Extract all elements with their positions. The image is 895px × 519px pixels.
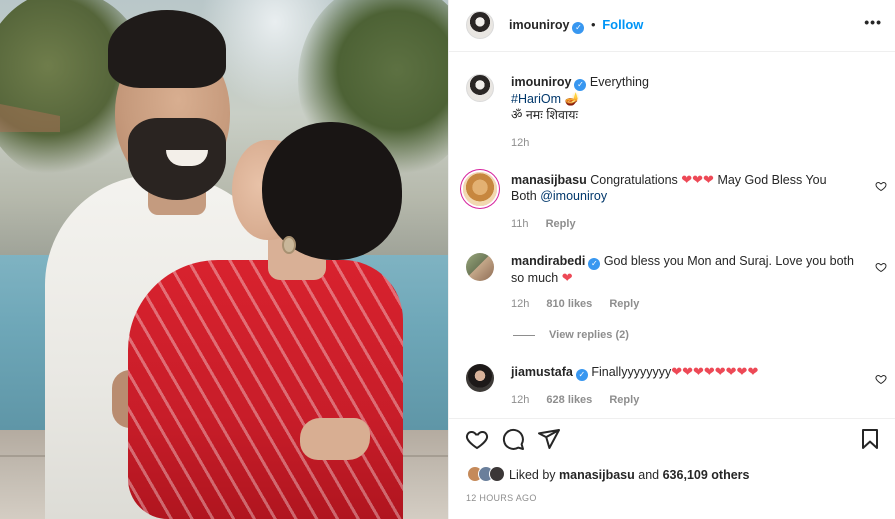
comment-body: Finallyyyyyyyy [591,365,672,379]
bookmark-icon[interactable] [858,427,882,451]
comment-like-heart-icon[interactable] [875,373,887,385]
reply-button[interactable]: Reply [609,394,639,406]
heart-outline-icon[interactable] [465,427,489,451]
comment-like-heart-icon[interactable] [875,180,887,192]
comment-meta: 11h Reply [511,218,590,230]
heart-emojis: ❤ [561,270,573,285]
separator-dot: • [591,17,596,32]
comment-item: jiamustafa ✓ Finallyyyyyyyy❤❤❤❤❤❤❤❤ 12h 6… [463,364,887,414]
liked-by-and: and [638,468,660,482]
verified-badge-icon: ✓ [572,22,585,34]
comment-like-heart-icon[interactable] [875,261,887,273]
comment-item: mandirabedi ✓ God bless you Mon and Suraj… [463,253,887,348]
photo-woman-earring [282,236,296,254]
caption-avatar[interactable] [466,74,494,102]
comment-item: manasijbasu Congratulations ❤❤❤ May God … [463,172,887,232]
caption-username[interactable]: imouniroy [511,75,571,89]
replies-divider [513,334,535,336]
photo-man-hair [108,10,226,88]
commenter-username[interactable]: jiamustafa [511,365,573,379]
heart-emojis: ❤❤❤❤❤❤❤❤ [671,364,759,379]
diya-emoji: 🪔 [564,92,581,106]
author-avatar[interactable] [466,11,494,39]
liked-by-user[interactable]: manasijbasu [559,468,635,482]
comment-likes[interactable]: 628 likes [546,394,592,406]
liker-avatar[interactable] [489,466,505,482]
likes-count[interactable]: 636,109 others [663,468,750,482]
photo-woman-hand [300,418,370,460]
follow-button[interactable]: Follow [602,17,643,32]
caption-body: Everything [589,75,649,89]
commenter-username[interactable]: mandirabedi [511,254,585,268]
author-username[interactable]: imouniroy [509,18,569,32]
paper-plane-icon[interactable] [537,427,561,451]
comment-time[interactable]: 12h [511,394,529,406]
comment-text: manasijbasu Congratulations ❤❤❤ May God … [511,172,841,204]
hashtag-link[interactable]: #HariOm [511,92,561,106]
caption-time[interactable]: 12h [511,137,529,149]
view-replies-label: View replies (2) [549,329,629,341]
comment-bubble-icon[interactable] [501,427,525,451]
comment-time[interactable]: 12h [511,298,529,310]
caption: imouniroy ✓ Everything #HariOm 🪔 ॐ नमः शि… [463,74,883,150]
comment-text: jiamustafa ✓ Finallyyyyyyyy❤❤❤❤❤❤❤❤ [511,364,851,381]
heart-emojis: ❤❤❤ [681,172,714,187]
reply-button[interactable]: Reply [546,218,576,230]
comment-text: mandirabedi ✓ God bless you Mon and Suraj… [511,253,856,286]
post-photo[interactable] [0,0,448,519]
comment-meta: 12h 628 likes Reply [511,394,653,406]
comment-time[interactable]: 11h [511,218,529,230]
post-actions-bar: Liked by manasijbasu and 636,109 others … [449,418,895,519]
caption-line2: ॐ नमः शिवायः [511,108,578,122]
mention-link[interactable]: @imouniroy [540,189,607,203]
comment-meta: 12h 810 likes Reply [511,298,653,310]
verified-badge-icon: ✓ [588,258,601,270]
caption-text: imouniroy ✓ Everything #HariOm 🪔 ॐ नमः शि… [511,74,851,123]
verified-badge-icon: ✓ [575,369,588,381]
liked-by-label: Liked by [509,468,556,482]
caption-meta: 12h [511,137,543,149]
commenter-username[interactable]: manasijbasu [511,173,587,187]
view-replies-button[interactable]: View replies (2) [513,329,629,341]
commenter-avatar[interactable] [466,253,494,281]
more-options-icon[interactable]: ••• [864,14,882,30]
commenter-avatar[interactable] [466,364,494,392]
post-timestamp[interactable]: 12 HOURS AGO [466,493,537,503]
verified-badge-icon: ✓ [574,79,587,91]
commenter-avatar[interactable] [463,172,497,206]
comment-likes[interactable]: 810 likes [546,298,592,310]
post-header: imouniroy ✓ • Follow ••• [449,0,895,52]
post-side-panel: imouniroy ✓ • Follow ••• imouniroy ✓ Every… [448,0,895,519]
reply-button[interactable]: Reply [609,298,639,310]
comment-body: Congratulations [590,173,678,187]
photo-woman-red-dupatta [128,260,403,519]
